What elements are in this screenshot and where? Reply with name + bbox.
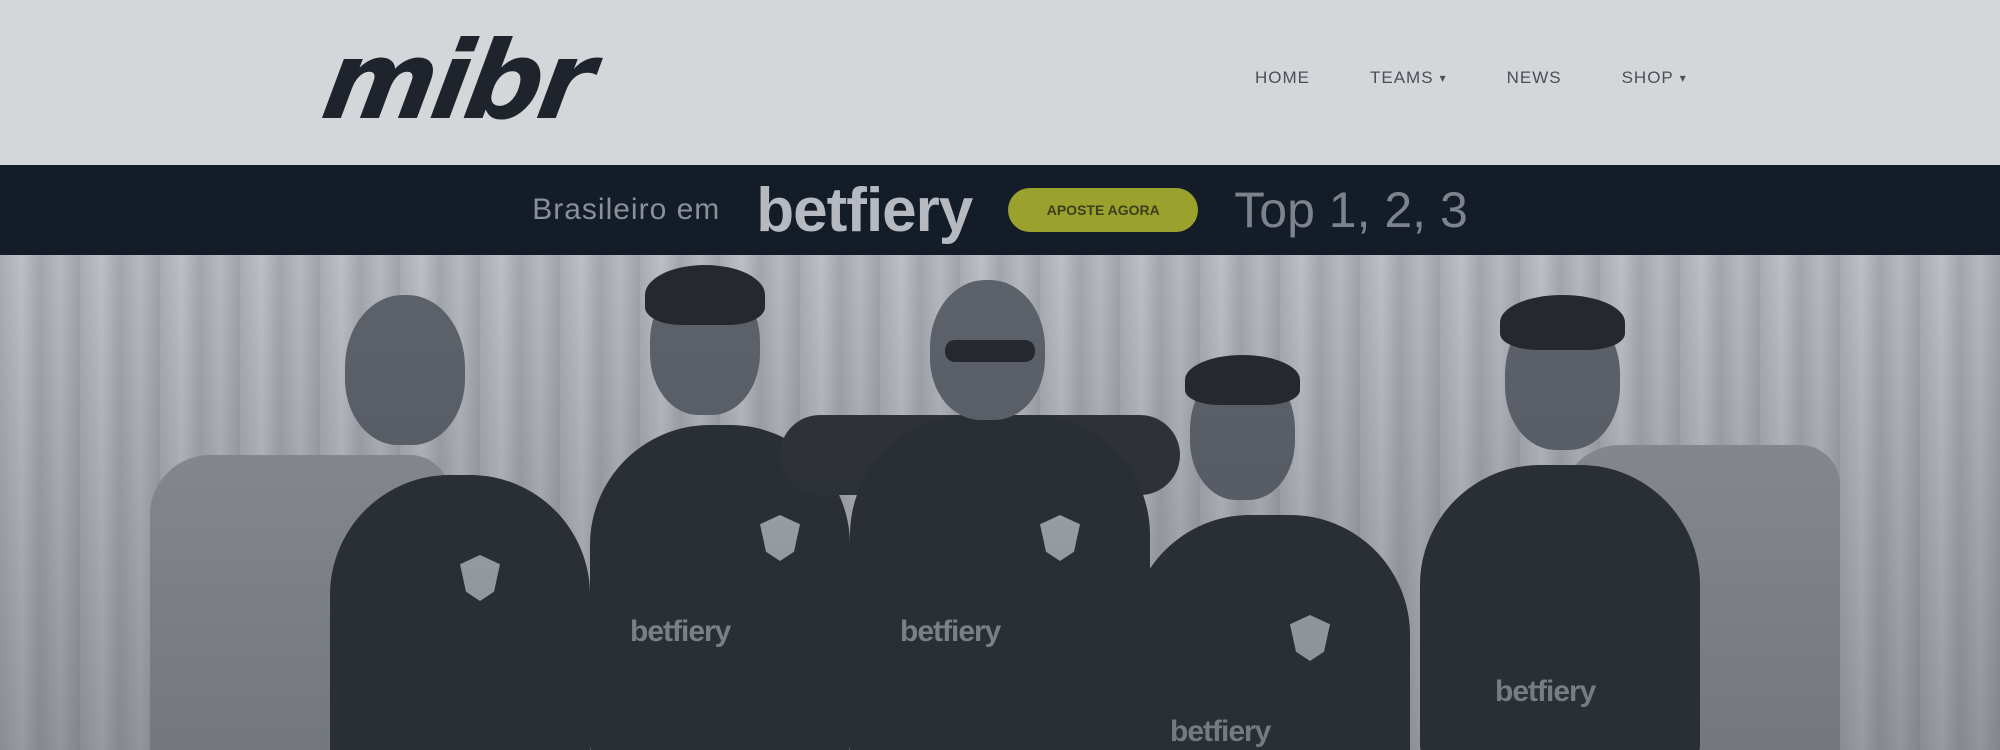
main-nav: HOME TEAMS ▾ NEWS SHOP ▾ bbox=[1255, 68, 1687, 88]
nav-item-home[interactable]: HOME bbox=[1255, 68, 1310, 88]
sponsor-prefix: Brasileiro em bbox=[532, 193, 721, 226]
hero-overlay bbox=[0, 255, 2000, 750]
nav-item-shop[interactable]: SHOP ▾ bbox=[1622, 68, 1687, 88]
sponsor-logo: betfiery bbox=[756, 175, 973, 245]
sponsor-cta-button[interactable]: APOSTE AGORA bbox=[1008, 188, 1199, 232]
site-header: mibr HOME TEAMS ▾ NEWS SHOP ▾ bbox=[0, 0, 2000, 165]
nav-item-label: TEAMS bbox=[1370, 68, 1434, 87]
mibr-logo[interactable]: mibr bbox=[314, 19, 600, 144]
hero-team-photo: betfiery betfiery betfiery betfiery bbox=[0, 255, 2000, 750]
sponsor-banner[interactable]: Brasileiro em betfiery APOSTE AGORA Top … bbox=[0, 165, 2000, 255]
nav-item-label: NEWS bbox=[1506, 68, 1562, 87]
nav-item-label: HOME bbox=[1255, 68, 1310, 87]
nav-item-news[interactable]: NEWS bbox=[1507, 68, 1562, 88]
nav-item-teams[interactable]: TEAMS ▾ bbox=[1370, 68, 1447, 88]
sponsor-tagline: Top 1, 2, 3 bbox=[1234, 182, 1468, 238]
nav-item-label: SHOP bbox=[1621, 68, 1674, 87]
chevron-down-icon: ▾ bbox=[1439, 71, 1447, 85]
chevron-down-icon: ▾ bbox=[1679, 71, 1687, 85]
